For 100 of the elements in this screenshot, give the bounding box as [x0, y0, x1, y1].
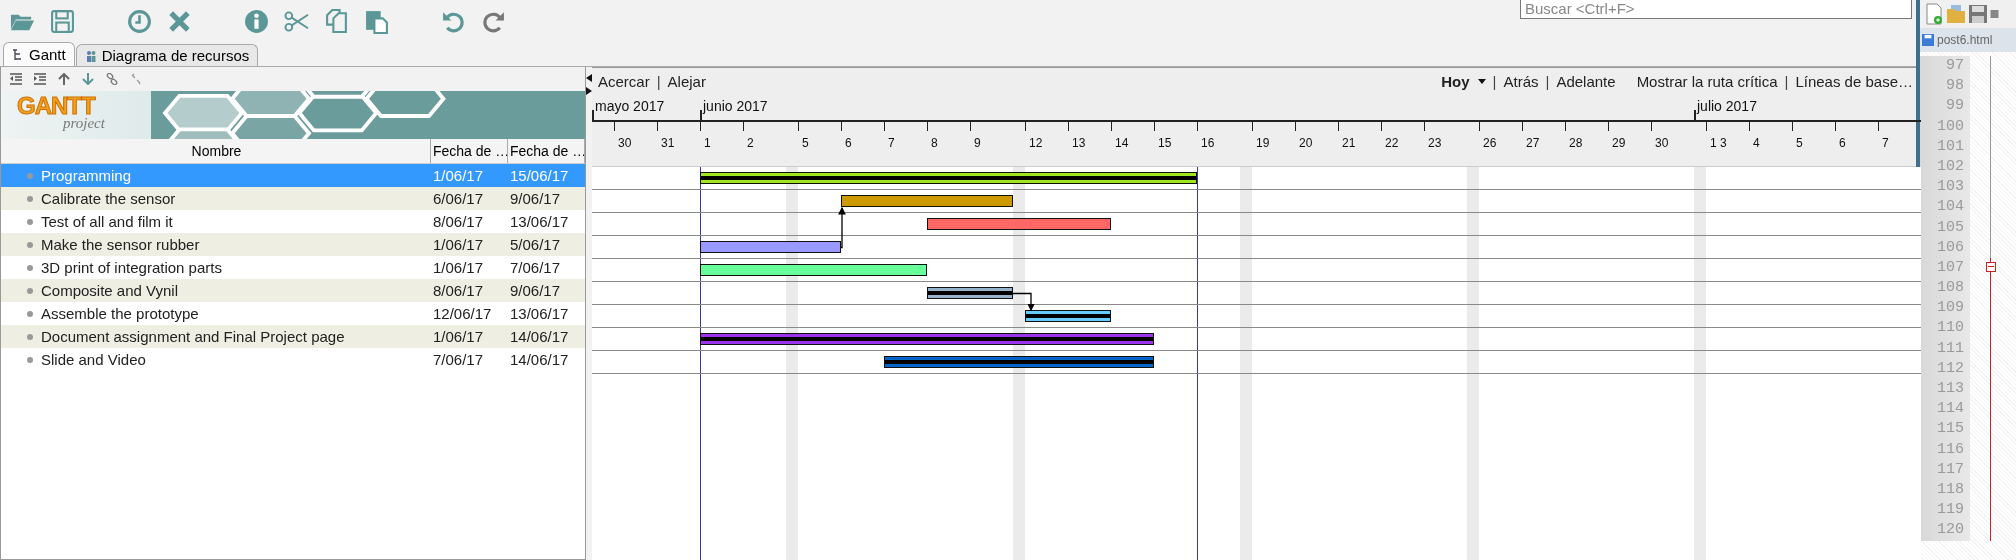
- paste-icon[interactable]: [364, 8, 389, 34]
- day-label: 8: [931, 136, 938, 150]
- line-number: 109: [1920, 298, 1970, 319]
- new-file-icon[interactable]: [1924, 3, 1944, 25]
- month-label: junio 2017: [703, 98, 768, 114]
- separator: |: [1784, 72, 1789, 90]
- task-bullet-icon: [27, 287, 33, 294]
- line-number: 114: [1920, 399, 1970, 420]
- task-row[interactable]: Document assignment and Final Project page 1/06/17 14/06/17: [1, 325, 585, 348]
- day-label: 1 3: [1710, 136, 1727, 150]
- up-arrow-icon[interactable]: [57, 73, 71, 85]
- task-bar[interactable]: [927, 218, 1111, 230]
- line-number: 110: [1920, 318, 1970, 339]
- task-row[interactable]: Slide and Video 7/06/17 14/06/17: [1, 348, 585, 371]
- file-tab[interactable]: post6.html: [1920, 28, 2016, 52]
- day-label: 16: [1201, 136, 1215, 150]
- logo-subtitle: project: [63, 116, 105, 131]
- column-header[interactable]: Fecha de …: [508, 139, 585, 163]
- task-bar[interactable]: [700, 241, 841, 253]
- task-row[interactable]: Calibrate the sensor 6/06/17 9/06/17: [1, 187, 585, 210]
- end-date: 15/06/17: [509, 167, 570, 184]
- indent-icon[interactable]: [33, 73, 47, 85]
- save-icon[interactable]: [50, 8, 75, 34]
- link-icon[interactable]: [105, 73, 119, 85]
- start-date: 12/06/17: [432, 305, 493, 322]
- task-bullet-icon: [27, 195, 33, 202]
- scissors-icon[interactable]: [284, 8, 309, 34]
- month-label: julio 2017: [1697, 98, 1757, 114]
- caret-icon[interactable]: [1477, 78, 1486, 84]
- task-row[interactable]: 3D print of integration parts 1/06/17 7/06/17: [1, 256, 585, 279]
- copy-icon[interactable]: [324, 8, 349, 34]
- day-label: 30: [618, 136, 632, 150]
- collapse-icon[interactable]: [1986, 261, 1996, 272]
- line-number: 108: [1920, 278, 1970, 299]
- start-date: 1/06/17: [432, 236, 485, 253]
- save-icon[interactable]: [1968, 3, 1988, 25]
- task-row[interactable]: Composite and Vynil 8/06/17 9/06/17: [1, 279, 585, 302]
- task-bullet-icon: [27, 241, 33, 248]
- task-bullet-icon: [27, 218, 33, 225]
- start-date: 1/06/17: [432, 259, 485, 276]
- day-label: 23: [1428, 136, 1442, 150]
- task-row[interactable]: Test of all and film it 8/06/17 13/06/17: [1, 210, 585, 233]
- unlink-icon[interactable]: [129, 73, 143, 85]
- clock-icon[interactable]: [127, 8, 152, 34]
- dependency-arrow: [1012, 292, 1035, 312]
- column-header[interactable]: Fecha de …: [431, 139, 508, 163]
- people-icon: [84, 49, 97, 62]
- outdent-icon[interactable]: [9, 73, 23, 85]
- day-label: 22: [1385, 136, 1399, 150]
- task-bar[interactable]: [927, 287, 1013, 299]
- task-row[interactable]: Make the sensor rubber 1/06/17 5/06/17: [1, 233, 585, 256]
- end-date: 14/06/17: [509, 328, 570, 345]
- task-bar[interactable]: [1025, 310, 1111, 322]
- task-row[interactable]: Assemble the prototype 12/06/17 13/06/17: [1, 302, 585, 325]
- end-date: 13/06/17: [509, 213, 570, 230]
- task-bullet-icon: [27, 310, 33, 317]
- toolbar-link[interactable]: Líneas de base…: [1795, 72, 1913, 90]
- end-date: 13/06/17: [509, 305, 570, 322]
- line-number: 99: [1920, 96, 1970, 117]
- day-label: 31: [661, 136, 675, 150]
- line-number: 104: [1920, 197, 1970, 218]
- start-date: 1/06/17: [432, 167, 485, 184]
- day-label: 28: [1569, 136, 1583, 150]
- day-label: 7: [1882, 136, 1889, 150]
- line-number: 119: [1920, 500, 1970, 521]
- down-arrow-icon[interactable]: [81, 73, 95, 85]
- task-name: 3D print of integration parts: [41, 259, 222, 276]
- line-number: 97: [1920, 56, 1970, 77]
- tab[interactable]: Diagrama de recursos: [75, 44, 259, 66]
- task-name: Make the sensor rubber: [41, 236, 200, 253]
- line-number: 98: [1920, 76, 1970, 97]
- zoom-link[interactable]: Acercar: [598, 72, 650, 90]
- line-number: 100: [1920, 116, 1970, 137]
- day-label: 19: [1256, 136, 1270, 150]
- day-label: 7: [888, 136, 895, 150]
- toolbar-link[interactable]: Mostrar la ruta crítica: [1636, 72, 1778, 90]
- search-field[interactable]: Buscar <Ctrl+F>: [1520, 0, 1912, 19]
- zoom-link[interactable]: Alejar: [667, 72, 706, 90]
- end-date: 9/06/17: [509, 282, 562, 299]
- tree-icon: [12, 48, 24, 61]
- column-header[interactable]: Nombre: [1, 139, 431, 163]
- task-name: Assemble the prototype: [41, 305, 199, 322]
- start-date: 7/06/17: [432, 351, 485, 368]
- day-label: 15: [1158, 136, 1172, 150]
- task-bar[interactable]: [700, 172, 1197, 184]
- day-label: 4: [1753, 136, 1760, 150]
- task-bar[interactable]: [700, 264, 927, 276]
- task-name: Test of all and film it: [41, 213, 173, 230]
- task-name: Document assignment and Final Project page: [41, 328, 345, 345]
- toolbar-link[interactable]: Adelante: [1556, 72, 1616, 90]
- info-icon[interactable]: [244, 8, 269, 34]
- dependency-arrow: [838, 206, 846, 249]
- task-bullet-icon: [27, 356, 33, 363]
- today-menu[interactable]: Hoy: [1441, 72, 1486, 90]
- day-label: 5: [802, 136, 809, 150]
- toolbar-link[interactable]: Atrás: [1503, 72, 1539, 90]
- separator: |: [1545, 72, 1550, 90]
- tab[interactable]: Gantt: [3, 42, 75, 66]
- end-date: 5/06/17: [509, 236, 562, 253]
- task-bar[interactable]: [841, 195, 1013, 207]
